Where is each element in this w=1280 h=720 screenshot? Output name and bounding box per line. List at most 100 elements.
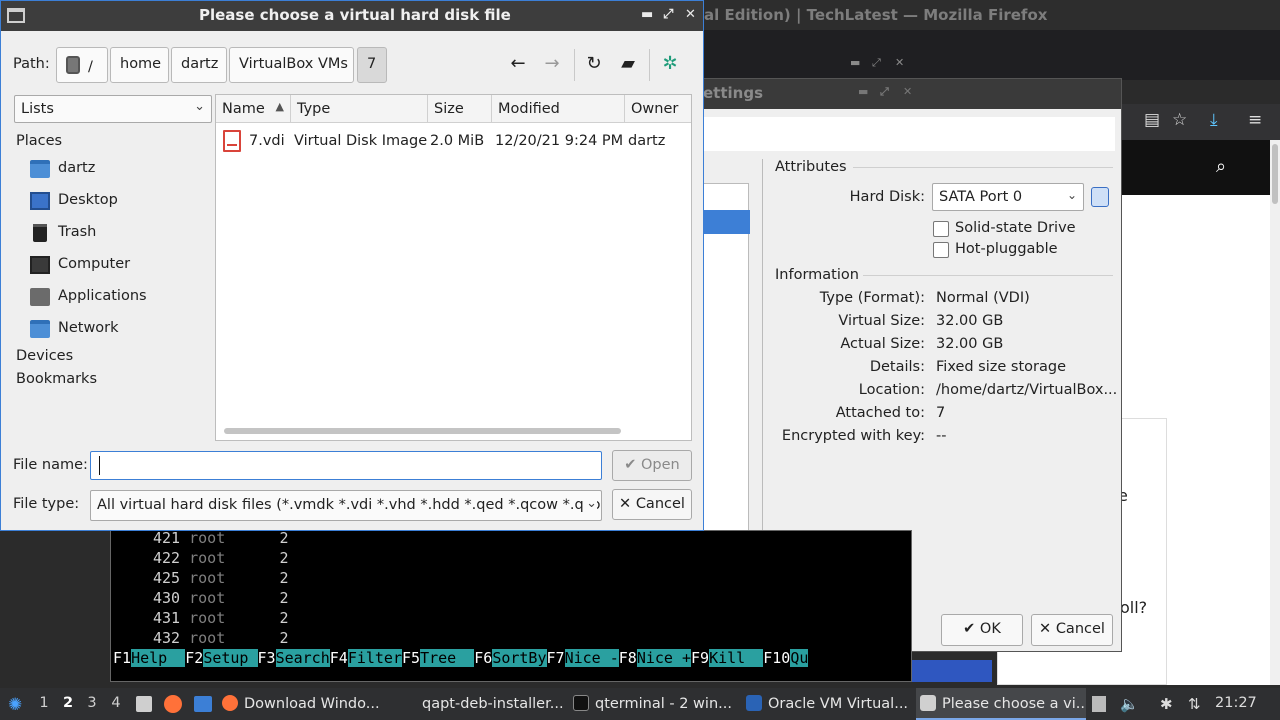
bookmark-star-icon[interactable]: ☆: [1172, 110, 1187, 130]
download-icon[interactable]: ⤓: [1210, 110, 1218, 130]
view-mode-select[interactable]: Lists ⌄: [14, 95, 212, 123]
terminal-window[interactable]: 421 root 2 422 root 2 425 root 2 430 roo…: [110, 529, 912, 682]
minimize-icon[interactable]: ▬: [641, 7, 653, 22]
settings-icon[interactable]: ✲: [657, 53, 683, 77]
crumb-dartz[interactable]: dartz: [171, 47, 227, 83]
open-button[interactable]: ✔ Open: [612, 450, 692, 481]
task-qterminal[interactable]: qterminal - 2 win...: [573, 688, 741, 720]
ssd-checkbox[interactable]: [933, 221, 949, 237]
close-icon[interactable]: ✕: [895, 56, 904, 69]
firefox-launcher-icon[interactable]: [164, 695, 182, 713]
maximize-icon[interactable]: ⤢: [880, 85, 889, 99]
place-item-desktop[interactable]: Desktop: [30, 189, 210, 215]
cancel-button[interactable]: ✕ Cancel: [1031, 614, 1113, 646]
cancel-button[interactable]: ✕ Cancel: [612, 489, 692, 520]
info-value: /home/dartz/VirtualBox...: [936, 382, 1118, 398]
place-item-trash[interactable]: Trash: [30, 221, 210, 247]
devices-header[interactable]: Devices: [16, 348, 73, 364]
process-row: 432 root 2: [153, 629, 289, 647]
forward-icon[interactable]: →: [539, 53, 565, 77]
clock[interactable]: 21:27: [1215, 695, 1257, 711]
text-caret: [99, 456, 100, 475]
page-button[interactable]: [912, 660, 992, 682]
horizontal-scrollbar[interactable]: [224, 428, 621, 434]
page-scrollbar[interactable]: [1270, 140, 1280, 685]
page-text: oll?: [1120, 598, 1148, 617]
file-list[interactable]: Name ▲ Type Size Modified Owner 7.vdi Vir…: [215, 94, 692, 441]
info-value: 32.00 GB: [936, 313, 1004, 329]
close-icon[interactable]: ✕: [685, 7, 696, 22]
column-modified[interactable]: Modified: [492, 95, 625, 123]
file-modified: 12/20/21 9:24 PM: [495, 133, 624, 149]
site-search-icon[interactable]: ⌕: [1216, 156, 1226, 177]
place-item-dartz[interactable]: dartz: [30, 157, 210, 183]
firefox-toolbar: ▤ ☆ ⤓ ≡: [1120, 104, 1280, 140]
task-file-chooser[interactable]: Please choose a vi...: [916, 688, 1086, 720]
dialog-titlebar: Please choose a virtual hard disk file ▬…: [1, 1, 703, 31]
attributes-header: Attributes: [775, 159, 847, 175]
task-firefox[interactable]: Download Windo...: [222, 688, 390, 720]
column-type[interactable]: Type: [291, 95, 428, 123]
refresh-icon[interactable]: ↻: [581, 53, 607, 77]
bookmarks-header[interactable]: Bookmarks: [16, 371, 97, 387]
storage-tree-selected-item[interactable]: [702, 210, 750, 234]
crumb-home[interactable]: home: [110, 47, 169, 83]
maximize-icon[interactable]: ⤢: [872, 56, 881, 70]
volume-icon[interactable]: 🔈: [1120, 695, 1139, 713]
firefox-tab-strip: ▬ ⤢ ✕: [700, 30, 1280, 80]
place-item-computer[interactable]: Computer: [30, 253, 210, 279]
hotplug-checkbox[interactable]: [933, 242, 949, 258]
file-row[interactable]: 7.vdi Virtual Disk Image 2.0 MiB 12/20/2…: [216, 127, 691, 155]
crumb-virtualbox-vms[interactable]: VirtualBox VMs: [229, 47, 354, 83]
desktop-launcher-icon[interactable]: [194, 696, 212, 712]
task-virtualbox[interactable]: Oracle VM Virtual...: [746, 688, 914, 720]
drive-icon: [66, 56, 80, 74]
storage-tree[interactable]: [701, 183, 750, 577]
vbox-title: ettings: [703, 84, 763, 102]
window-icon: [7, 8, 25, 23]
path-label: Path:: [13, 56, 50, 72]
file-name-input[interactable]: [90, 451, 602, 480]
file-type-select[interactable]: All virtual hard disk files (*.vmdk *.vd…: [90, 490, 602, 521]
minimize-icon[interactable]: ▬: [858, 85, 868, 98]
network-icon[interactable]: ⇅: [1188, 695, 1201, 713]
close-icon[interactable]: ✕: [903, 85, 912, 98]
divider: [649, 49, 650, 81]
dialog-title: Please choose a virtual hard disk file: [199, 6, 511, 24]
info-value: 32.00 GB: [936, 336, 1004, 352]
place-item-network[interactable]: Network: [30, 317, 210, 343]
info-label: Virtual Size:: [838, 313, 925, 329]
hard-disk-select[interactable]: SATA Port 0 ⌄: [932, 183, 1084, 211]
check-icon: ✔: [624, 457, 637, 473]
reader-view-icon[interactable]: ▤: [1144, 110, 1160, 130]
column-owner[interactable]: Owner: [625, 95, 691, 123]
clipboard-icon[interactable]: [1092, 696, 1106, 712]
menu-icon[interactable]: ≡: [1248, 110, 1262, 130]
places-header[interactable]: Places: [16, 133, 62, 149]
crumb-7[interactable]: 7: [357, 47, 387, 83]
column-size[interactable]: Size: [428, 95, 492, 123]
file-type-label: File type:: [13, 496, 80, 512]
place-item-applications[interactable]: Applications: [30, 285, 210, 311]
back-icon[interactable]: ←: [505, 53, 531, 77]
divider: [574, 49, 575, 81]
column-name[interactable]: Name ▲: [216, 95, 291, 123]
maximize-icon[interactable]: ⤢: [663, 7, 673, 22]
start-menu-icon[interactable]: ✺: [8, 695, 22, 715]
workspace-2[interactable]: 2: [58, 695, 78, 711]
file-chooser-dialog: Please choose a virtual hard disk file ▬…: [0, 0, 704, 531]
new-folder-icon[interactable]: ▰: [615, 53, 641, 77]
info-value: Normal (VDI): [936, 290, 1030, 306]
crumb-root[interactable]: /: [56, 47, 108, 83]
ok-button[interactable]: ✔ OK: [941, 614, 1023, 646]
choose-disk-icon[interactable]: [1091, 187, 1109, 207]
task-qapt[interactable]: qapt-deb-installer...: [400, 688, 568, 720]
file-manager-icon[interactable]: [136, 696, 152, 712]
workspace-4[interactable]: 4: [106, 695, 126, 711]
ssd-label: Solid-state Drive: [955, 220, 1076, 236]
info-label: Details:: [869, 359, 925, 375]
workspace-1[interactable]: 1: [34, 695, 54, 711]
workspace-3[interactable]: 3: [82, 695, 102, 711]
bluetooth-icon[interactable]: ✱: [1160, 695, 1173, 713]
minimize-icon[interactable]: ▬: [850, 56, 860, 69]
